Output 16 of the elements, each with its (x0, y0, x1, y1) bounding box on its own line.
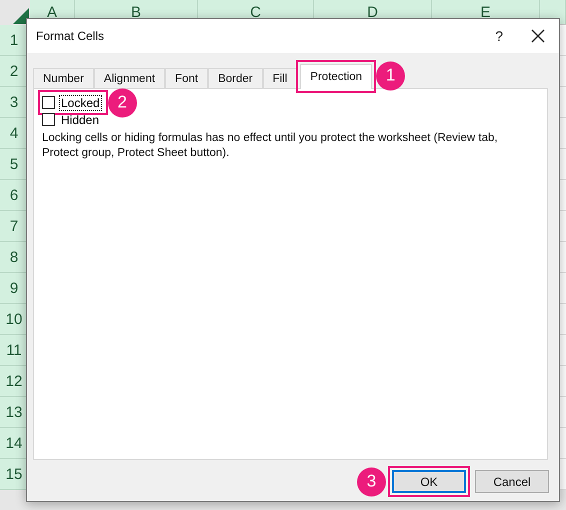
dialog-title: Format Cells (36, 29, 106, 43)
step-badge: 2 (108, 88, 137, 117)
checkbox[interactable] (42, 96, 55, 109)
dialog-button[interactable]: Cancel (475, 470, 549, 493)
tab[interactable]: Border (208, 68, 263, 88)
step-badge: 3 (357, 467, 386, 496)
tab[interactable]: Number (33, 68, 94, 88)
step-badge: 1 (376, 61, 406, 90)
checkbox-option[interactable]: Hidden (42, 111, 104, 128)
help-button[interactable]: ? (495, 28, 503, 44)
close-icon[interactable] (531, 29, 545, 43)
note-text: Locking cells or hiding formulas has no effect until you protect the worksheet (Review tab, Protect group, Protect Sheet button). (42, 131, 499, 161)
checkbox[interactable] (42, 113, 55, 126)
tab[interactable]: Alignment (94, 68, 166, 88)
tab[interactable]: Fill (262, 68, 298, 88)
tab[interactable]: Font (165, 68, 208, 88)
